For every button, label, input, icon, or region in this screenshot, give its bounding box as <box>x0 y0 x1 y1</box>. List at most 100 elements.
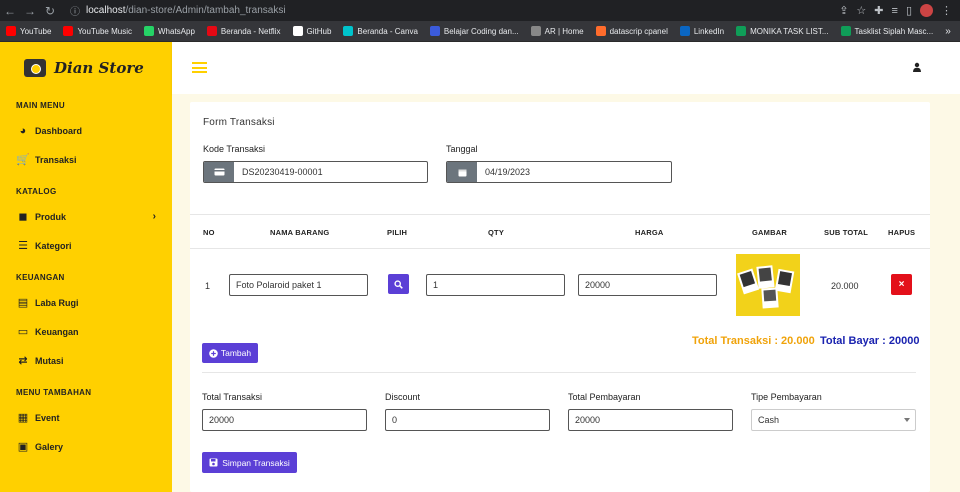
chevron-right-icon: › <box>152 211 156 222</box>
sidebar-item-label: Laba Rugi <box>35 297 79 308</box>
main-content: Form Transaksi Kode Transaksi DS20230419… <box>172 94 960 492</box>
th-sub-total: SUB TOTAL <box>824 228 869 237</box>
qty-input[interactable]: 1 <box>426 274 565 296</box>
chevron-down-icon <box>904 418 910 422</box>
bookmark-item[interactable]: Belajar Coding dan... <box>429 26 519 36</box>
palette-icon: ◕ <box>19 124 27 137</box>
sidebar-item-label: Event <box>35 412 60 423</box>
sidebar-item-transaksi[interactable]: 🛒 Transaksi <box>0 145 172 174</box>
chart-icon: ▤ <box>17 297 29 309</box>
exchange-icon: ⇄ <box>18 355 28 367</box>
card-icon <box>204 162 234 182</box>
tanggal-field[interactable]: 04/19/2023 <box>446 161 672 183</box>
menu-section-title: MENU TAMBAHAN <box>16 387 92 397</box>
plus-circle-icon <box>209 348 218 358</box>
kode-transaksi-value: DS20230419-00001 <box>242 167 323 177</box>
pilih-search-button[interactable] <box>388 274 409 294</box>
bookmark-item[interactable]: YouTube Music <box>63 26 132 36</box>
menu-section-title: KATALOG <box>16 186 57 196</box>
sidebar-menu: MAIN MENU ◕ Dashboard 🛒 Transaksi KATALOG ◼ Pro… <box>0 98 172 461</box>
back-icon[interactable]: ← <box>0 1 20 21</box>
bookmark-favicon-icon <box>6 26 16 36</box>
bookmark-item[interactable]: Tasklist Siplah Masc... <box>840 26 934 36</box>
sidebar-item-kategori[interactable]: ☰ Kategori <box>0 231 172 260</box>
bookmark-favicon-icon <box>679 26 690 36</box>
bookmark-item[interactable]: YouTube <box>6 26 51 36</box>
bookmark-item[interactable]: Beranda - Canva <box>343 26 418 36</box>
bookmark-favicon-icon <box>840 26 851 36</box>
sidebar-item-mutasi[interactable]: ⇄ Mutasi <box>0 346 172 375</box>
bookmark-favicon-icon <box>144 26 154 36</box>
tambah-button[interactable]: Tambah <box>202 343 258 363</box>
star-icon[interactable]: ☆ <box>856 4 866 17</box>
bookmark-item[interactable]: AR | Home <box>530 26 584 36</box>
nama-barang-input[interactable]: Foto Polaroid paket 1 <box>229 274 368 296</box>
user-icon[interactable] <box>912 62 922 72</box>
brand[interactable]: Dian Store <box>0 42 172 94</box>
bookmark-label: YouTube <box>20 26 52 36</box>
discount-label: Discount <box>385 392 421 402</box>
sidebar-item-laba-rugi[interactable]: ▤ Laba Rugi <box>0 288 172 317</box>
extensions-icon[interactable]: ✚ <box>874 4 883 17</box>
save-icon <box>209 458 218 467</box>
reload-icon[interactable]: ↻ <box>40 1 60 21</box>
bookmark-item[interactable]: WhatsApp <box>144 26 195 36</box>
th-gambar: GAMBAR <box>752 228 787 237</box>
row-subtotal: 20.000 <box>831 281 859 291</box>
cart-icon: 🛒 <box>16 154 30 166</box>
sidebar-item-galery[interactable]: ▣ Galery <box>0 432 172 461</box>
tipe-pembayaran-value: Cash <box>758 415 780 425</box>
total-pembayaran-input[interactable]: 20000 <box>568 409 733 431</box>
hamburger-menu-icon[interactable] <box>192 62 207 73</box>
profile-avatar[interactable] <box>920 4 933 17</box>
url-host: localhost <box>86 5 126 16</box>
close-icon: × <box>898 279 905 290</box>
media-icon[interactable]: ≡ <box>892 5 898 17</box>
sidebar-item-label: Galery <box>35 441 64 452</box>
bookmark-item[interactable]: LinkedIn <box>679 26 725 36</box>
sidebar-item-produk[interactable]: ◼ Produk › <box>0 202 172 231</box>
bookmarks-more-icon[interactable]: » <box>945 26 960 37</box>
bookmark-label: AR | Home <box>544 26 584 36</box>
bookmark-item[interactable]: GitHub <box>292 26 332 36</box>
simpan-label: Simpan Transaksi <box>222 457 290 468</box>
tipe-pembayaran-label: Tipe Pembayaran <box>751 392 822 402</box>
sidepanel-icon[interactable]: ▯ <box>906 4 912 17</box>
bookmark-favicon-icon <box>736 26 747 36</box>
bookmark-item[interactable]: MONIKA TASK LIST... <box>736 26 829 36</box>
th-qty: QTY <box>488 228 505 237</box>
kode-transaksi-field[interactable]: DS20230419-00001 <box>203 161 428 183</box>
bookmark-favicon-icon <box>429 26 440 36</box>
forward-icon[interactable]: → <box>20 1 40 21</box>
total-pembayaran-label: Total Pembayaran <box>568 392 641 402</box>
form-card: Form Transaksi Kode Transaksi DS20230419… <box>190 102 930 492</box>
tipe-pembayaran-select[interactable]: Cash <box>751 409 916 431</box>
kebab-menu-icon[interactable]: ⋮ <box>941 4 952 17</box>
sidebar-item-keuangan[interactable]: ▭ Keuangan <box>0 317 172 346</box>
bookmark-label: Beranda - Netflix <box>220 26 281 36</box>
sidebar-item-dashboard[interactable]: ◕ Dashboard <box>0 116 172 145</box>
share-icon[interactable]: ⇪ <box>839 4 848 17</box>
menu-section-title: KEUANGAN <box>16 272 65 282</box>
bookmark-item[interactable]: datascrip cpanel <box>595 26 668 36</box>
sidebar-item-event[interactable]: ▦ Event <box>0 403 172 432</box>
bookmark-label: LinkedIn <box>693 26 725 36</box>
sidebar-item-label: Transaksi <box>35 154 77 165</box>
bookmark-label: Tasklist Siplah Masc... <box>854 26 934 36</box>
bookmark-favicon-icon <box>63 26 74 36</box>
total-transaksi-input[interactable]: 20000 <box>202 409 367 431</box>
total-transaksi-summary: Total Transaksi : 20.000 <box>692 335 815 347</box>
simpan-transaksi-button[interactable]: Simpan Transaksi <box>202 452 297 473</box>
bookmark-item[interactable]: Beranda - Netflix <box>206 26 281 36</box>
delete-row-button[interactable]: × <box>891 274 912 295</box>
bookmark-label: GitHub <box>306 26 332 36</box>
kode-transaksi-label: Kode Transaksi <box>203 144 266 154</box>
sidebar-item-label: Kategori <box>35 240 72 251</box>
scrollbar[interactable] <box>952 94 960 492</box>
discount-input[interactable]: 0 <box>385 409 550 431</box>
table-header: NO NAMA BARANG PILIH QTY HARGA GAMBAR SU… <box>190 214 930 249</box>
harga-input[interactable]: 20000 <box>578 274 717 296</box>
tanggal-value: 04/19/2023 <box>485 167 531 177</box>
address-bar[interactable]: ⓘ localhost/dian-store/Admin/tambah_tran… <box>64 2 809 19</box>
th-pilih: PILIH <box>387 228 408 237</box>
